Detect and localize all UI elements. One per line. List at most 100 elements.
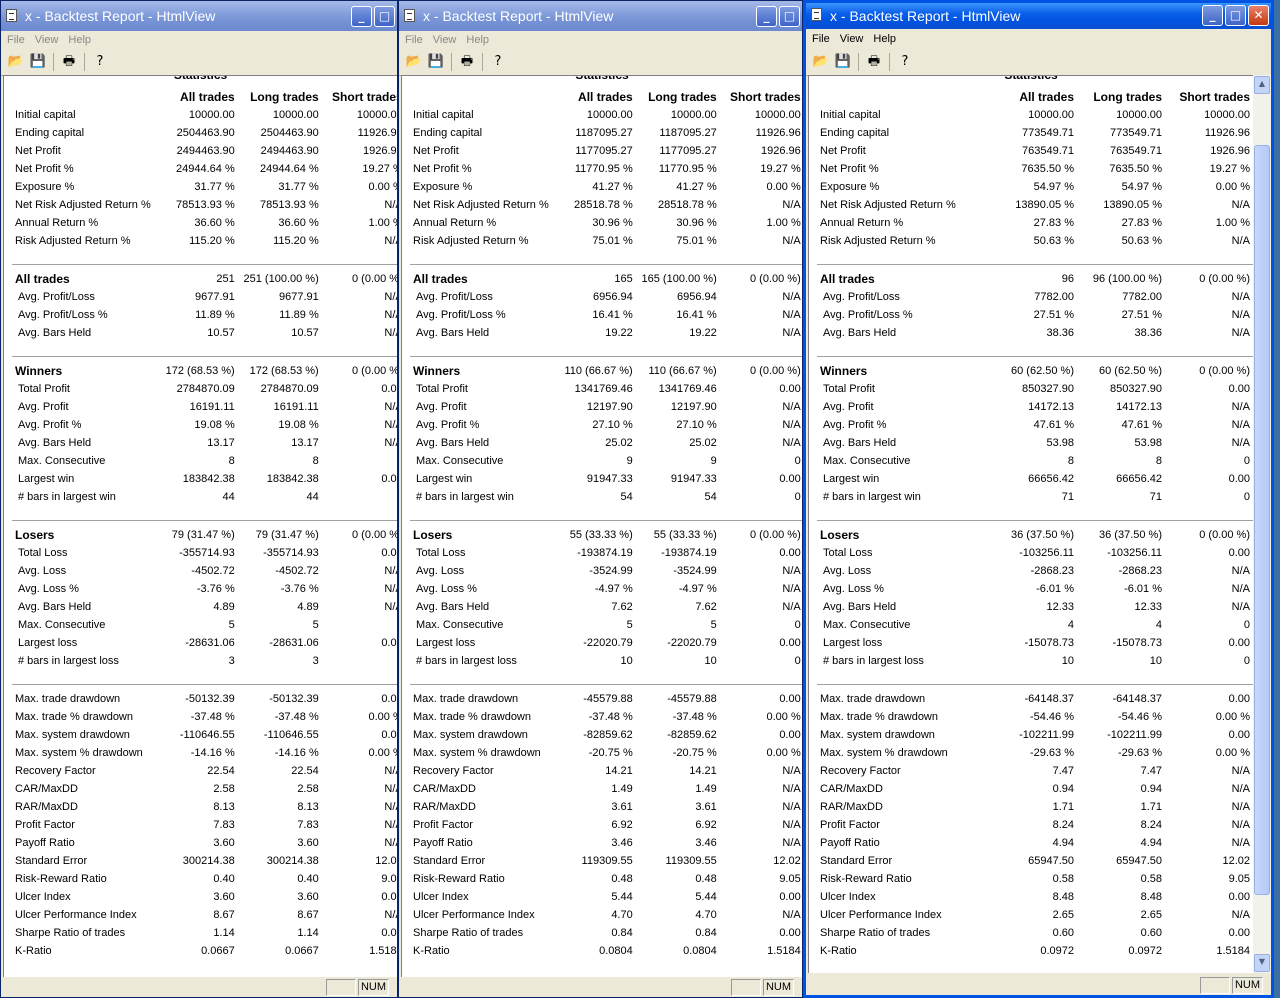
cell-value: 19.08 % — [278, 419, 319, 431]
report-content[interactable]: Statistics All trades Long trades Short tra… — [3, 75, 397, 977]
help-icon[interactable]: ? — [489, 53, 507, 71]
save-icon[interactable]: 💾 — [427, 53, 445, 71]
close-button[interactable]: ✕ — [1248, 5, 1269, 26]
title-bar[interactable]: x - Backtest Report - HtmlView _ □ — [1, 1, 397, 31]
row-label: Max. Consecutive — [18, 455, 106, 467]
cell-value: N/A — [782, 837, 801, 849]
cell-value: 172 (68.53 %) — [165, 365, 235, 377]
row-label: Ending capital — [15, 127, 85, 139]
cell-value: 9.05 — [779, 873, 801, 885]
cell-value: 4.89 — [213, 601, 235, 613]
row-label: Winners — [820, 364, 868, 378]
document-icon[interactable] — [811, 8, 822, 21]
cell-value: 66656.42 — [1116, 473, 1162, 485]
table-row: Max. Consecutive880 — [12, 452, 397, 470]
cell-value: 25.02 — [689, 437, 717, 449]
cell-value: 1.5184 — [767, 945, 801, 957]
status-bar: NUM — [1, 977, 397, 997]
table-row: Avg. Bars Held 25.02 25.02 N/A — [410, 434, 802, 452]
cell-value: 4.70 — [611, 909, 633, 921]
report-content[interactable]: Statistics All trades Long trades Short tra… — [401, 75, 802, 977]
vertical-scrollbar[interactable]: ▲ ▼ — [1253, 75, 1271, 973]
table-row: RAR/MaxDD 8.13 8.13 N/A — [12, 798, 397, 816]
title-bar[interactable]: x - Backtest Report - HtmlView _ □ — [399, 1, 802, 31]
menu-help[interactable]: Help — [873, 33, 896, 45]
document-icon[interactable] — [6, 9, 17, 22]
row-label: Avg. Profit/Loss — [18, 291, 95, 303]
cell-value: 19.27 % — [362, 163, 397, 175]
report-window-1[interactable]: x - Backtest Report - HtmlView _ □ File View… — [0, 0, 398, 998]
save-icon[interactable]: 💾 — [834, 53, 852, 71]
table-header: All trades Long trades Short trades — [12, 88, 397, 106]
menu-view[interactable]: View — [840, 33, 864, 45]
section-divider — [410, 356, 802, 357]
cell-value: 16191.11 — [189, 401, 235, 413]
cell-value: 0.60 — [1140, 927, 1162, 939]
cell-value: 11926.96 — [755, 127, 801, 139]
cell-value: 5 — [312, 619, 319, 631]
open-folder-icon[interactable]: 📂 — [7, 53, 25, 71]
help-icon[interactable]: ? — [896, 53, 914, 71]
maximize-button[interactable]: □ — [374, 6, 395, 27]
help-icon[interactable]: ? — [91, 53, 109, 71]
maximize-button[interactable]: □ — [1225, 5, 1246, 26]
scroll-thumb[interactable] — [1254, 145, 1270, 895]
save-icon[interactable]: 💾 — [29, 53, 47, 71]
table-row: Avg. Loss -3524.99 -3524.99 N/A — [410, 562, 802, 580]
table-row: Avg. Loss % -4.97 % -4.97 % N/A — [410, 580, 802, 598]
menu-view[interactable]: View — [433, 34, 457, 46]
scroll-up-icon[interactable]: ▲ — [1254, 76, 1270, 94]
cell-value: 1.00 % — [1215, 217, 1250, 229]
scroll-down-icon[interactable]: ▼ — [1254, 954, 1270, 972]
cell-value: 10 — [704, 655, 717, 667]
cell-value: 0.00 % — [1215, 747, 1250, 759]
minimize-button[interactable]: _ — [756, 6, 777, 27]
table-row: Ulcer Index 3.60 3.60 0.00 — [12, 888, 397, 906]
print-icon[interactable]: 🖶 — [865, 53, 883, 71]
cell-value: N/A — [384, 327, 397, 339]
menu-file[interactable]: File — [405, 34, 423, 46]
cell-value: -102211.99 — [1019, 729, 1074, 741]
menu-view[interactable]: View — [35, 34, 59, 46]
row-label: # bars in largest win — [823, 491, 921, 503]
cell-value: N/A — [782, 601, 801, 613]
row-label: Largest win — [416, 473, 473, 485]
cell-value: N/A — [782, 419, 801, 431]
menu-help[interactable]: Help — [466, 34, 489, 46]
cell-value: 5.44 — [695, 891, 717, 903]
minimize-button[interactable]: _ — [351, 6, 372, 27]
cell-value: 8.67 — [297, 909, 319, 921]
cell-value: -15078.73 — [1112, 637, 1162, 649]
cell-value: -20.75 % — [672, 747, 717, 759]
cell-value: 0 — [794, 455, 801, 467]
cell-value: 3.61 — [611, 801, 633, 813]
menu-file[interactable]: File — [7, 34, 25, 46]
row-label: K-Ratio — [413, 945, 450, 957]
toolbar: 📂 💾 🖶? — [1, 49, 397, 76]
menu-help[interactable]: Help — [68, 34, 91, 46]
cell-value: -110646.55 — [179, 729, 235, 741]
cell-value: 19.27 % — [1209, 163, 1250, 175]
open-folder-icon[interactable]: 📂 — [405, 53, 423, 71]
report-content[interactable]: Statistics All trades Long trades Short tra… — [808, 75, 1253, 973]
document-icon[interactable] — [404, 9, 415, 22]
open-folder-icon[interactable]: 📂 — [812, 53, 830, 71]
row-label: Max. trade % drawdown — [820, 711, 938, 723]
column-header: All trades — [180, 90, 235, 104]
title-bar[interactable]: x - Backtest Report - HtmlView _ □ ✕ — [806, 3, 1271, 29]
table-row: Total Profit 850327.90 850327.90 0.00 — [817, 380, 1253, 398]
print-icon[interactable]: 🖶 — [458, 53, 476, 71]
report-window-3[interactable]: x - Backtest Report - HtmlView _ □ ✕ File Vie… — [803, 0, 1274, 998]
section-divider — [12, 520, 397, 521]
row-label: Max. Consecutive — [823, 455, 911, 467]
minimize-button[interactable]: _ — [1202, 5, 1223, 26]
table-row: Max. Consecutive 9 9 0 — [410, 452, 802, 470]
report-window-2[interactable]: x - Backtest Report - HtmlView _ □ File View… — [398, 0, 803, 998]
cell-value: 2784870.09 — [176, 383, 235, 395]
print-icon[interactable]: 🖶 — [60, 53, 78, 71]
maximize-button[interactable]: □ — [779, 6, 800, 27]
row-label: Avg. Profit — [823, 401, 874, 413]
menu-file[interactable]: File — [812, 33, 830, 45]
cell-value: 2494463.90 — [176, 145, 235, 157]
row-label: Max. Consecutive — [416, 619, 504, 631]
